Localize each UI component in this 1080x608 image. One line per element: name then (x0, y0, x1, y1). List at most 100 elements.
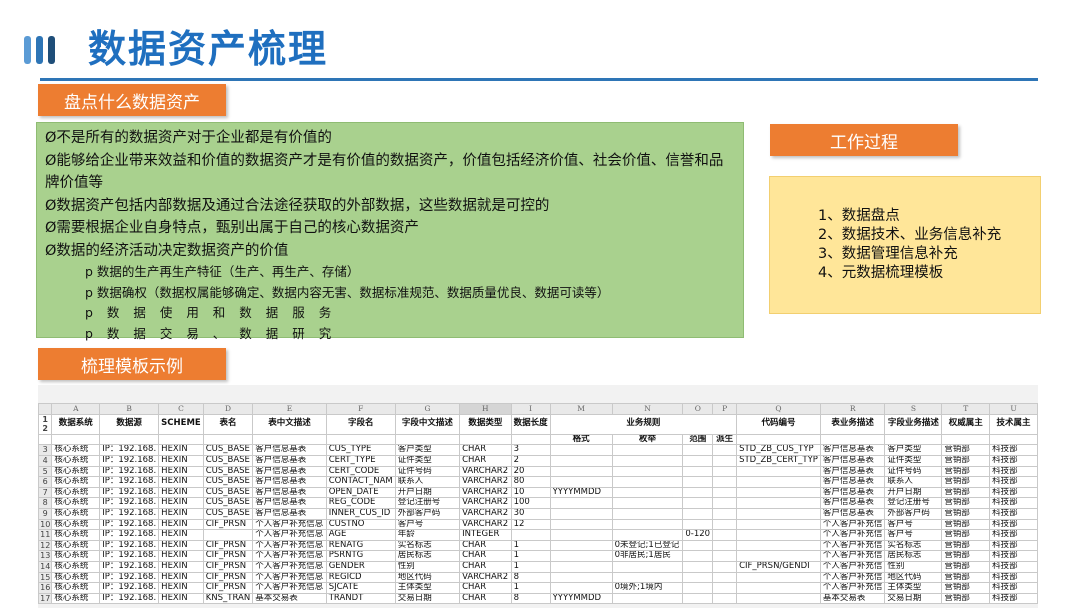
table-cell[interactable]: HEXIN (158, 592, 204, 605)
table-cell[interactable]: 0-120 (682, 529, 714, 541)
table-cell[interactable]: CONTACT_NAM (325, 476, 396, 488)
table-cell[interactable]: 8 (510, 592, 551, 605)
table-cell[interactable] (549, 560, 613, 573)
table-cell[interactable]: CUS_BASE (202, 507, 254, 520)
table-cell[interactable]: 营销部 (941, 465, 991, 478)
table-cell[interactable]: 科技部 (989, 497, 1038, 509)
table-cell[interactable]: 主体类型 (394, 582, 461, 594)
table-cell[interactable]: 地区代码 (394, 571, 461, 584)
table-cell[interactable]: 客户信息基表 (819, 465, 886, 478)
table-cell[interactable] (682, 454, 714, 467)
table-cell[interactable]: HEXIN (158, 497, 204, 509)
table-cell[interactable] (510, 529, 551, 541)
header-cell[interactable] (394, 433, 461, 446)
header-cell[interactable] (989, 433, 1038, 446)
table-cell[interactable]: 核心系统 (51, 571, 101, 584)
table-cell[interactable] (736, 486, 821, 499)
table-cell[interactable]: STD_ZB_CUS_TYP (736, 444, 821, 456)
table-cell[interactable]: HEXIN (158, 518, 204, 531)
row-number[interactable]: 10 (38, 518, 53, 531)
table-cell[interactable]: 0境外;1境内 (611, 582, 684, 594)
table-cell[interactable]: 科技部 (989, 539, 1038, 552)
row-number[interactable]: 15 (38, 571, 53, 584)
table-cell[interactable]: 客户号 (394, 518, 461, 531)
table-cell[interactable]: CUS_BASE (202, 497, 254, 509)
table-cell[interactable]: 客户信息基表 (819, 454, 886, 467)
table-cell[interactable]: 客户信息基表 (252, 486, 327, 499)
table-cell[interactable]: CUS_BASE (202, 444, 254, 456)
table-cell[interactable] (611, 571, 684, 584)
table-cell[interactable]: 1 (510, 560, 551, 573)
table-cell[interactable]: VARCHAR2 (459, 465, 512, 478)
table-cell[interactable]: 性别 (394, 560, 461, 573)
table-cell[interactable]: 主体类型 (884, 582, 943, 594)
table-cell[interactable] (611, 529, 684, 541)
header-cell[interactable]: 权威属主 (941, 413, 991, 435)
table-cell[interactable]: YYYYMMDD (549, 486, 613, 499)
table-cell[interactable]: 个人客户补充信息 (252, 582, 327, 594)
table-cell[interactable] (611, 454, 684, 467)
table-cell[interactable] (549, 507, 613, 520)
table-cell[interactable]: HEXIN (158, 529, 204, 541)
table-cell[interactable]: 8 (510, 571, 551, 584)
table-cell[interactable]: CIF_PRSN (202, 550, 254, 562)
table-cell[interactable] (712, 465, 738, 478)
table-cell[interactable]: 科技部 (989, 454, 1038, 467)
table-cell[interactable]: CHAR (459, 592, 512, 605)
table-cell[interactable] (682, 444, 714, 456)
table-cell[interactable]: 科技部 (989, 476, 1038, 488)
table-cell[interactable]: 科技部 (989, 507, 1038, 520)
table-cell[interactable]: YYYYMMDD (549, 592, 613, 605)
header-cell[interactable] (884, 433, 943, 446)
table-cell[interactable]: AGE (325, 529, 396, 541)
header-cell[interactable] (510, 433, 551, 446)
table-cell[interactable]: VARCHAR2 (459, 507, 512, 520)
column-header[interactable]: I (510, 403, 551, 415)
table-cell[interactable]: 30 (510, 507, 551, 520)
header-cell-enum[interactable]: 枚举 (611, 433, 684, 446)
header-cell[interactable]: SCHEME (158, 413, 204, 435)
table-cell[interactable] (682, 560, 714, 573)
table-cell[interactable]: RENATG (325, 539, 396, 552)
table-cell[interactable] (549, 582, 613, 594)
column-header[interactable]: N (611, 403, 684, 415)
row-number[interactable]: 14 (38, 560, 53, 573)
table-cell[interactable]: CHAR (459, 454, 512, 467)
table-cell[interactable]: INTEGER (459, 529, 512, 541)
table-cell[interactable]: 科技部 (989, 592, 1038, 605)
table-cell[interactable] (736, 571, 821, 584)
header-cell[interactable]: 字段中文描述 (394, 413, 461, 435)
table-cell[interactable]: REG_CODE (325, 497, 396, 509)
table-cell[interactable]: IP：192.168. (99, 486, 160, 499)
table-cell[interactable]: GENDER (325, 560, 396, 573)
table-cell[interactable]: 科技部 (989, 571, 1038, 584)
table-cell[interactable]: 科技部 (989, 560, 1038, 573)
table-cell[interactable]: 营销部 (941, 539, 991, 552)
table-cell[interactable]: 个人客户补充信息 (252, 518, 327, 531)
table-cell[interactable]: 核心系统 (51, 560, 101, 573)
table-cell[interactable]: SJCATE (325, 582, 396, 594)
table-cell[interactable] (712, 497, 738, 509)
table-cell[interactable]: HEXIN (158, 582, 204, 594)
table-cell[interactable] (736, 497, 821, 509)
table-cell[interactable]: HEXIN (158, 560, 204, 573)
table-cell[interactable]: VARCHAR2 (459, 486, 512, 499)
table-cell[interactable] (712, 507, 738, 520)
header-cell[interactable]: 数据源 (99, 413, 160, 435)
row-number[interactable]: 3 (38, 444, 53, 456)
table-cell[interactable] (611, 486, 684, 499)
table-cell[interactable]: 核心系统 (51, 476, 101, 488)
table-cell[interactable]: 居民标志 (394, 550, 461, 562)
table-cell[interactable]: 联系人 (394, 476, 461, 488)
table-cell[interactable] (682, 550, 714, 562)
table-cell[interactable]: CUS_TYPE (325, 444, 396, 456)
table-cell[interactable]: 核心系统 (51, 507, 101, 520)
table-cell[interactable]: CIF_PRSN (202, 560, 254, 573)
table-cell[interactable]: 地区代码 (884, 571, 943, 584)
table-cell[interactable]: 交易日期 (884, 592, 943, 605)
column-header[interactable]: R (819, 403, 886, 415)
table-cell[interactable] (712, 518, 738, 531)
select-all-corner[interactable] (38, 403, 53, 415)
table-cell[interactable]: 科技部 (989, 529, 1038, 541)
table-cell[interactable]: 营销部 (941, 507, 991, 520)
